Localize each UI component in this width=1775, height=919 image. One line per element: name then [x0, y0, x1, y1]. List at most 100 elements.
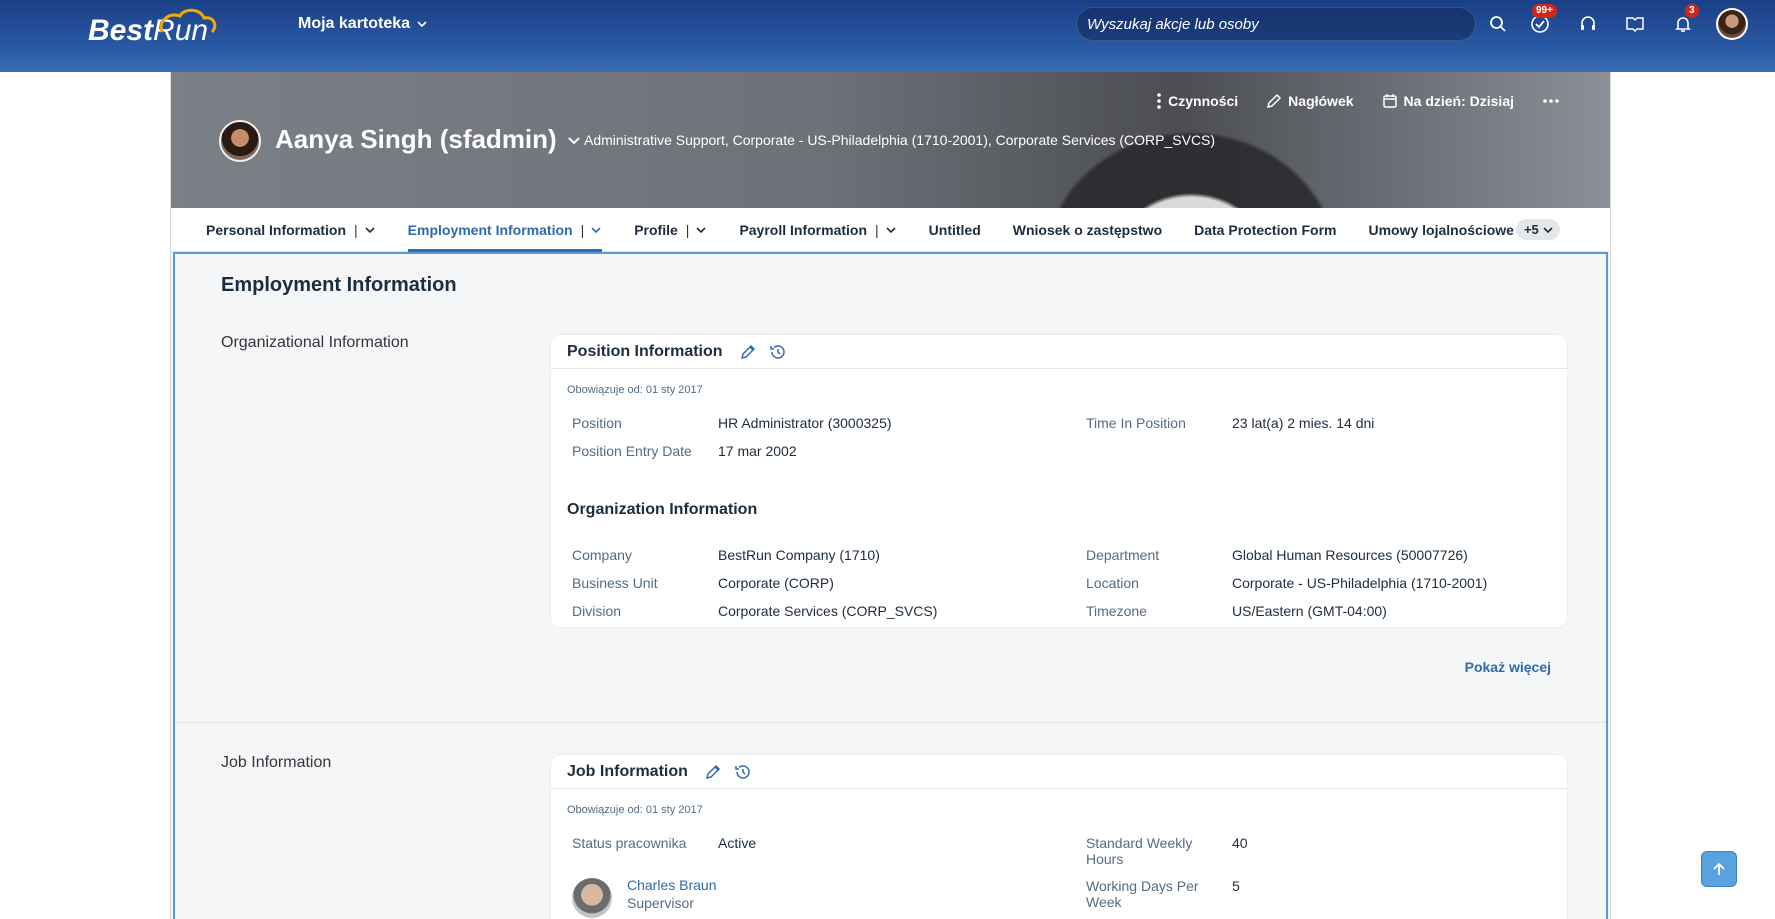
tab-label: Wniosek o zastępstwo [1012, 221, 1163, 238]
menu-title-text: Moja kartoteka [298, 15, 411, 32]
organization-information-heading: Organization Information [567, 501, 758, 518]
support-icon[interactable] [1576, 12, 1600, 36]
effective-date: Obowiązuje od: 01 sty 2017 [567, 384, 703, 396]
field-value: BestRun Company (1710) [718, 547, 880, 563]
employee-subtitle: Administrative Support, Corporate - US-P… [584, 132, 1216, 148]
more-horizontal-icon [1543, 99, 1559, 103]
supervisor-role: Supervisor [627, 895, 694, 911]
job-information-card: Job Information Obowiązuje od: 01 sty 20… [551, 755, 1567, 919]
home-menu-button[interactable]: Moja kartoteka [298, 15, 428, 33]
effective-date: Obowiązuje od: 01 sty 2017 [567, 804, 703, 816]
pencil-icon [1267, 93, 1282, 109]
bell-icon[interactable]: 3 [1671, 4, 1699, 36]
section-title: Employment Information [221, 274, 457, 296]
tab-payroll-information[interactable]: Payroll Information | [739, 208, 896, 252]
chevron-down-icon [417, 21, 427, 28]
vertical-dots-icon [1157, 93, 1161, 109]
todo-icon[interactable]: 99+ [1528, 4, 1557, 36]
chevron-down-icon[interactable] [364, 224, 376, 236]
as-of-date-button[interactable]: Na dzień: Dzisiaj [1382, 93, 1514, 109]
tab-label: Data Protection Form [1194, 221, 1337, 238]
employee-name-switcher[interactable]: Aanya Singh (sfadmin) [275, 124, 581, 155]
history-icon[interactable] [734, 763, 752, 781]
actions-label: Czynności [1168, 93, 1239, 109]
actions-button[interactable]: Czynności [1156, 92, 1238, 110]
job-information-label: Job Information [221, 754, 332, 771]
as-of-date-label: Na dzień: Dzisiaj [1403, 93, 1514, 109]
tab-label: Employment Information [407, 221, 573, 238]
tab-label: Payroll Information [739, 221, 868, 238]
search-input[interactable]: Wyszukaj akcje lub osoby [1076, 7, 1476, 41]
notification-badge: 3 [1685, 4, 1699, 18]
field-label: Standard Weekly Hours [1086, 835, 1193, 867]
tab-label: Profile [634, 221, 678, 238]
field-value: 17 mar 2002 [718, 443, 797, 459]
field-value: US/Eastern (GMT-04:00) [1232, 603, 1387, 619]
field-label: Time In Position [1086, 415, 1186, 431]
bestrun-logo[interactable]: BestRun [88, 8, 217, 54]
tab-label: Umowy lojalnościowe [1368, 221, 1514, 238]
supervisor-avatar[interactable] [572, 878, 612, 918]
header-background-image [1021, 112, 1361, 208]
tab-personal-information[interactable]: Personal Information | [206, 208, 376, 252]
tab-untitled[interactable]: Untitled [929, 208, 981, 252]
header-actions: Czynności Nagłówek Na dzień: Dzisiaj [1156, 92, 1560, 110]
field-value: Corporate (CORP) [718, 575, 834, 591]
employment-information-section: Employment Information Organizational In… [173, 252, 1608, 919]
employee-avatar[interactable] [219, 120, 261, 162]
field-label: Timezone [1086, 603, 1147, 619]
employee-file-page: Aanya Singh (sfadmin) Administrative Sup… [170, 72, 1611, 919]
arrow-up-icon [1713, 862, 1725, 875]
shell-bar: BestRun Moja kartoteka Wyszukaj akcje lu… [0, 0, 1775, 72]
todo-badge: 99+ [1532, 4, 1557, 18]
field-value: Active [718, 835, 757, 851]
section-tab-bar: Personal Information | Employment Informa… [171, 208, 1610, 252]
field-label: Business Unit [572, 575, 658, 591]
chevron-down-icon [567, 136, 580, 144]
tab-data-protection-form[interactable]: Data Protection Form [1194, 208, 1336, 252]
logo-text-best: Best [88, 14, 154, 47]
tab-profile[interactable]: Profile | [634, 208, 707, 252]
field-value: 40 [1232, 835, 1248, 851]
supervisor-name-link[interactable]: Charles Braun [627, 877, 717, 893]
field-label: Location [1086, 575, 1139, 591]
header-edit-button[interactable]: Nagłówek [1266, 93, 1354, 109]
tab-label: Untitled [928, 221, 981, 238]
field-label: Division [572, 603, 622, 619]
pencil-icon[interactable] [739, 343, 757, 361]
chevron-down-icon [1543, 226, 1553, 233]
history-icon[interactable] [769, 343, 787, 361]
show-more-link[interactable]: Pokaż więcej [1465, 659, 1551, 675]
calendar-icon [1382, 94, 1397, 108]
chevron-down-icon[interactable] [695, 224, 707, 236]
tab-umowy-lojalnosciowe[interactable]: Umowy lojalnościowe [1368, 208, 1513, 252]
learning-icon[interactable] [1623, 12, 1647, 36]
field-value: 5 [1232, 878, 1240, 894]
more-actions-button[interactable] [1542, 98, 1560, 104]
field-label: Company [572, 547, 632, 563]
card-title: Job Information [567, 762, 688, 780]
field-value: Corporate Services (CORP_SVCS) [718, 603, 938, 619]
chevron-down-icon[interactable] [885, 224, 897, 236]
chevron-down-icon[interactable] [590, 224, 602, 236]
header-edit-label: Nagłówek [1288, 93, 1354, 109]
field-label: Department [1086, 547, 1160, 563]
tab-employment-information[interactable]: Employment Information | [407, 208, 603, 252]
field-value: HR Administrator (3000325) [718, 415, 892, 431]
field-label: Working Days Per Week [1086, 878, 1199, 910]
cloud-icon [159, 8, 217, 34]
pencil-icon[interactable] [704, 763, 722, 781]
field-label: Position [572, 415, 622, 431]
section-divider [175, 722, 1606, 723]
scroll-to-top-button[interactable] [1701, 851, 1737, 887]
field-value: Global Human Resources (50007726) [1232, 547, 1468, 563]
tab-wniosek-o-zastepstwo[interactable]: Wniosek o zastępstwo [1013, 208, 1162, 252]
object-header: Aanya Singh (sfadmin) Administrative Sup… [171, 72, 1610, 208]
card-title: Position Information [567, 342, 723, 360]
card-header: Position Information [551, 335, 1567, 369]
user-avatar[interactable] [1716, 8, 1748, 40]
more-tabs-button[interactable]: +5 [1515, 219, 1560, 240]
organizational-information-label: Organizational Information [221, 334, 409, 351]
position-information-card: Position Information Obowiązuje od: 01 s… [551, 335, 1567, 627]
search-icon[interactable] [1486, 12, 1510, 36]
